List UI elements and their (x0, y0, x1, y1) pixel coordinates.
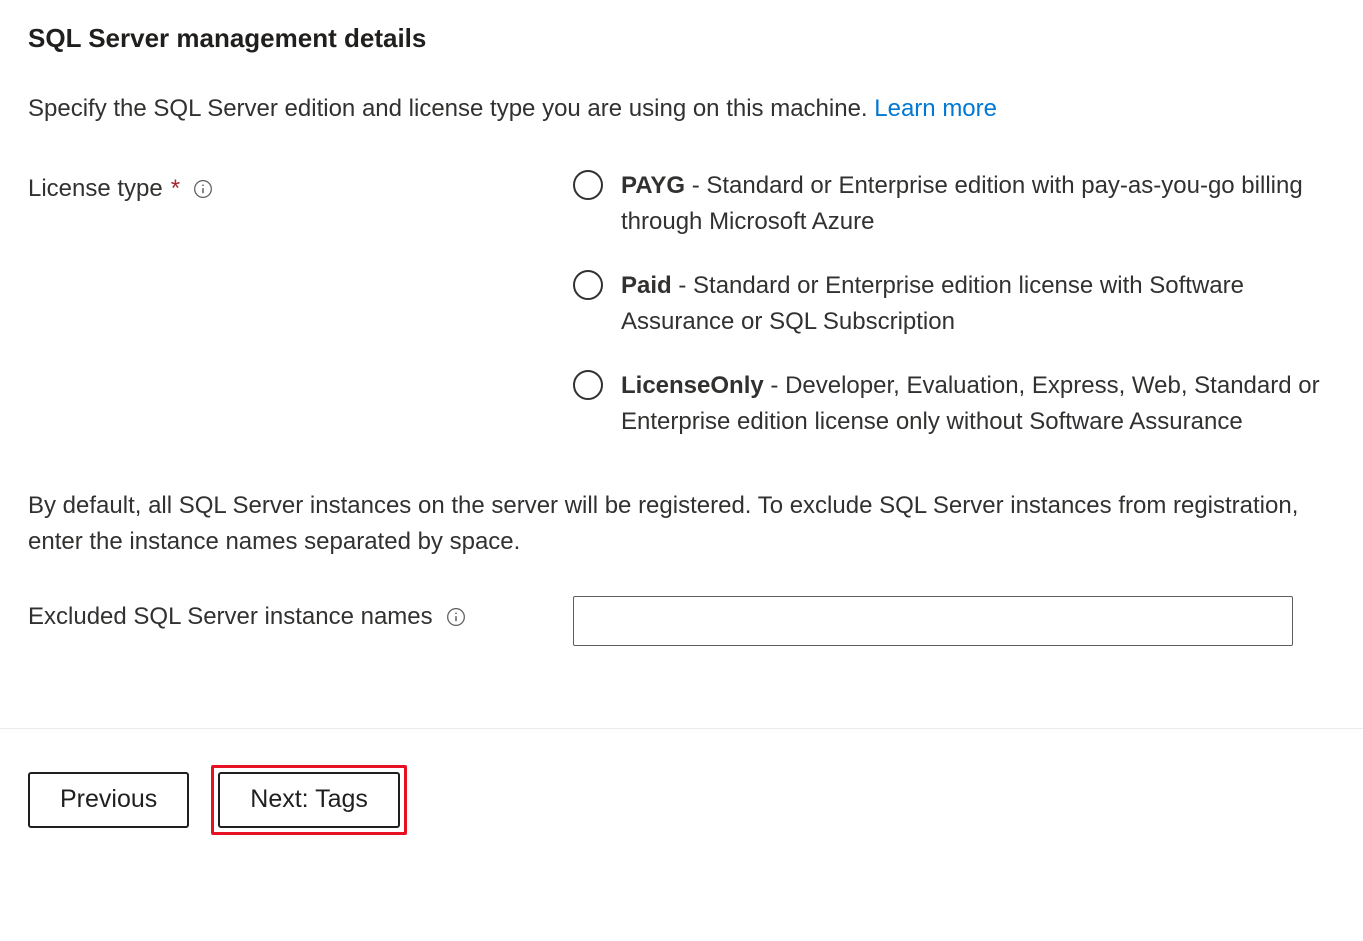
learn-more-link[interactable]: Learn more (874, 95, 997, 122)
license-type-label: License type (28, 172, 163, 206)
radio-desc: - Standard or Enterprise edition with pa… (621, 172, 1303, 235)
section-title: SQL Server management details (28, 20, 1335, 56)
footer-buttons: Previous Next: Tags (28, 765, 1335, 835)
radio-name: LicenseOnly (621, 372, 764, 399)
next-tags-button[interactable]: Next: Tags (218, 772, 400, 828)
radio-name: PAYG (621, 172, 685, 199)
radio-desc: - Standard or Enterprise edition license… (621, 272, 1244, 335)
radio-circle (573, 270, 603, 300)
footer-divider (0, 728, 1363, 729)
radio-text: LicenseOnly - Developer, Evaluation, Exp… (621, 368, 1335, 440)
radio-option-paid[interactable]: Paid - Standard or Enterprise edition li… (573, 268, 1335, 340)
excluded-instances-input[interactable] (573, 596, 1293, 646)
section-description: Specify the SQL Server edition and licen… (28, 92, 1335, 126)
description-text: Specify the SQL Server edition and licen… (28, 95, 874, 122)
radio-circle (573, 170, 603, 200)
license-type-label-col: License type * (28, 168, 573, 206)
exclude-control (573, 596, 1335, 646)
exclude-paragraph: By default, all SQL Server instances on … (28, 488, 1335, 560)
info-icon[interactable] (445, 606, 467, 628)
next-button-highlight: Next: Tags (211, 765, 407, 835)
radio-text: Paid - Standard or Enterprise edition li… (621, 268, 1335, 340)
exclude-label: Excluded SQL Server instance names (28, 600, 433, 634)
radio-name: Paid (621, 272, 672, 299)
info-icon[interactable] (192, 178, 214, 200)
exclude-instances-row: Excluded SQL Server instance names (28, 596, 1335, 646)
previous-button[interactable]: Previous (28, 772, 189, 828)
radio-circle (573, 370, 603, 400)
license-type-row: License type * PAYG - Standard or Enterp… (28, 168, 1335, 440)
radio-text: PAYG - Standard or Enterprise edition wi… (621, 168, 1335, 240)
required-asterisk: * (171, 172, 180, 206)
exclude-label-col: Excluded SQL Server instance names (28, 596, 573, 634)
radio-option-payg[interactable]: PAYG - Standard or Enterprise edition wi… (573, 168, 1335, 240)
license-type-control: PAYG - Standard or Enterprise edition wi… (573, 168, 1335, 440)
license-type-radio-group: PAYG - Standard or Enterprise edition wi… (573, 168, 1335, 440)
radio-option-licenseonly[interactable]: LicenseOnly - Developer, Evaluation, Exp… (573, 368, 1335, 440)
